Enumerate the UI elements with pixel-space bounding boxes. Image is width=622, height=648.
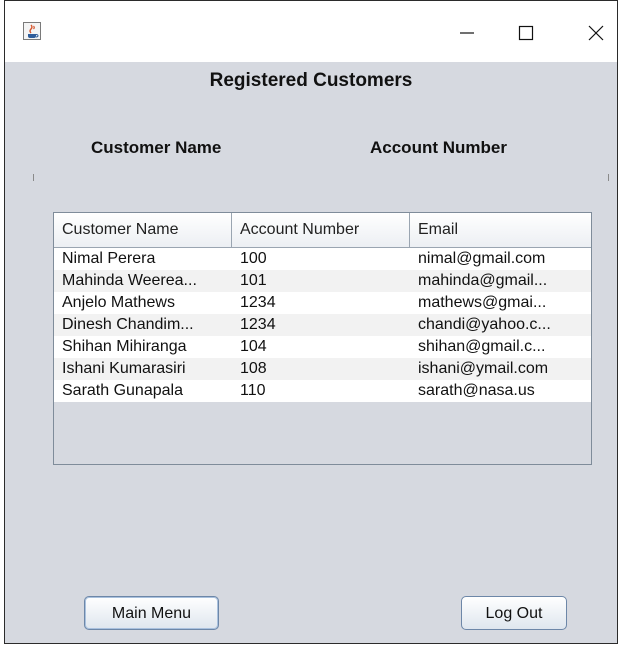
title-bar xyxy=(5,1,617,62)
cell-account-number: 104 xyxy=(240,338,267,355)
cell-customer-name: Anjelo Mathews xyxy=(62,294,175,311)
cell-customer-name: Dinesh Chandim... xyxy=(62,316,194,333)
table-body: Nimal Perera 100 nimal@gmail.com Mahinda… xyxy=(54,248,591,402)
minimize-icon xyxy=(460,32,474,34)
close-icon xyxy=(588,25,604,41)
table-row[interactable]: Sarath Gunapala 110 sarath@nasa.us xyxy=(54,380,591,402)
divider-tick-left xyxy=(33,174,34,181)
cell-customer-name: Nimal Perera xyxy=(62,250,156,267)
java-app-icon xyxy=(23,22,41,40)
table-row[interactable]: Nimal Perera 100 nimal@gmail.com xyxy=(54,248,591,270)
main-panel: Registered Customers Customer Name Accou… xyxy=(5,62,617,643)
cell-email: chandi@yahoo.c... xyxy=(418,316,551,333)
table-header: Customer Name Account Number Email xyxy=(54,213,591,248)
column-header-customer-name[interactable]: Customer Name xyxy=(54,213,232,247)
cell-account-number: 110 xyxy=(240,382,266,399)
cell-customer-name: Mahinda Weerea... xyxy=(62,272,197,289)
table-row[interactable]: Shihan Mihiranga 104 shihan@gmail.c... xyxy=(54,336,591,358)
table-row[interactable]: Mahinda Weerea... 101 mahinda@gmail... xyxy=(54,270,591,292)
cell-customer-name: Ishani Kumarasiri xyxy=(62,360,186,377)
maximize-icon xyxy=(518,25,534,41)
cell-customer-name: Sarath Gunapala xyxy=(62,382,183,399)
divider-tick-right xyxy=(608,174,609,181)
cell-account-number: 1234 xyxy=(240,316,276,333)
column-header-account-number[interactable]: Account Number xyxy=(232,213,410,247)
cell-account-number: 101 xyxy=(240,272,267,289)
cell-account-number: 100 xyxy=(240,250,267,267)
cell-email: ishani@ymail.com xyxy=(418,360,549,377)
app-window: Registered Customers Customer Name Accou… xyxy=(4,0,618,644)
customer-name-label: Customer Name xyxy=(91,138,222,157)
table-row[interactable]: Dinesh Chandim... 1234 chandi@yahoo.c... xyxy=(54,314,591,336)
table-row[interactable]: Anjelo Mathews 1234 mathews@gmai... xyxy=(54,292,591,314)
cell-email: sarath@nasa.us xyxy=(418,382,535,399)
cell-email: mathews@gmai... xyxy=(418,294,547,311)
account-number-label: Account Number xyxy=(370,138,507,157)
minimize-button[interactable] xyxy=(444,13,490,53)
cell-email: nimal@gmail.com xyxy=(418,250,546,267)
log-out-button[interactable]: Log Out xyxy=(461,596,567,630)
column-header-email[interactable]: Email xyxy=(410,213,591,247)
table-row[interactable]: Ishani Kumarasiri 108 ishani@ymail.com xyxy=(54,358,591,380)
cell-email: mahinda@gmail... xyxy=(418,272,548,289)
cell-email: shihan@gmail.c... xyxy=(418,338,546,355)
cell-account-number: 1234 xyxy=(240,294,276,311)
cell-account-number: 108 xyxy=(240,360,267,377)
close-button[interactable] xyxy=(573,13,617,53)
customers-table[interactable]: Customer Name Account Number Email Nimal… xyxy=(53,212,592,465)
cell-customer-name: Shihan Mihiranga xyxy=(62,338,187,355)
maximize-button[interactable] xyxy=(503,13,549,53)
page-title: Registered Customers xyxy=(209,70,413,91)
main-menu-button[interactable]: Main Menu xyxy=(84,596,219,630)
